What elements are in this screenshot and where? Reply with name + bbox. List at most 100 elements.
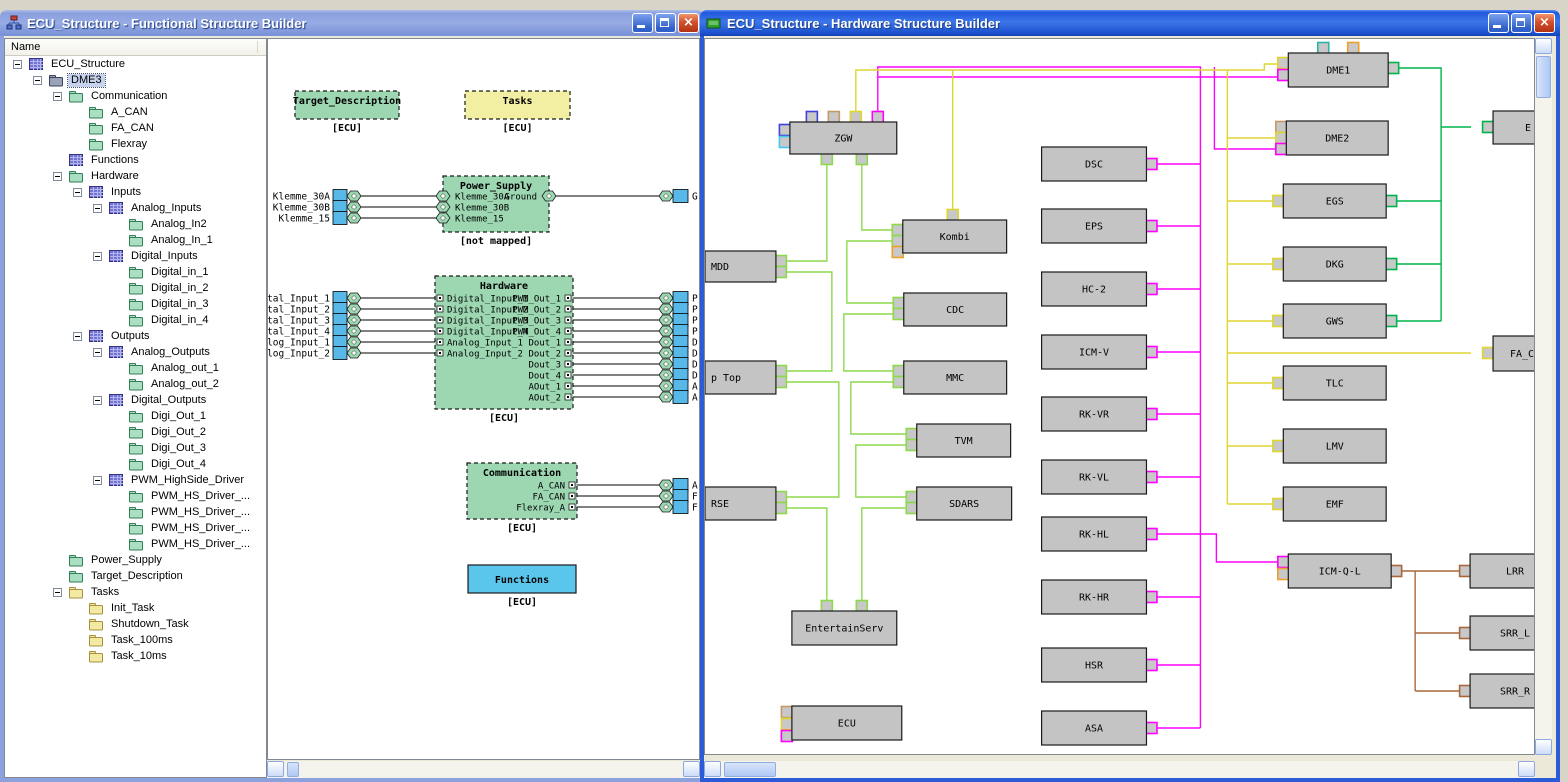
tree-expand-box[interactable]	[13, 60, 22, 69]
ecu-node-RK-VR[interactable]: RK-VR	[1042, 397, 1157, 431]
tree-item-Digital_Outputs[interactable]: Digital_Outputs	[5, 392, 266, 408]
scroll-thumb[interactable]	[724, 762, 776, 777]
communication-block[interactable]: Communication[ECU]A_CANFA_CANFlexray_A	[467, 463, 577, 534]
ecu-node-DME1[interactable]: DME1	[1278, 43, 1399, 88]
tree-expand-box[interactable]	[93, 476, 102, 485]
tree-expand-box[interactable]	[53, 588, 62, 597]
close-button[interactable]: ×	[1534, 13, 1555, 33]
ecu-node-FA_CAN[interactable]: FA_CAN	[1483, 336, 1534, 371]
scroll-right-button[interactable]	[1518, 761, 1535, 777]
tree-item-FA_CAN[interactable]: FA_CAN	[5, 120, 266, 136]
tree-item-Digi_Out_2[interactable]: Digi_Out_2	[5, 424, 266, 440]
tree-item-Analog_In2[interactable]: Analog_In2	[5, 216, 266, 232]
tree-item-Digital_in_4[interactable]: Digital_in_4	[5, 312, 266, 328]
ecu-node-SDARS[interactable]: SDARS	[906, 487, 1011, 520]
tree-item-Digi_Out_3[interactable]: Digi_Out_3	[5, 440, 266, 456]
maximize-button[interactable]	[655, 13, 676, 33]
ecu-node-LMV[interactable]: LMV	[1273, 429, 1386, 463]
ecu-node-ICM-Q-L[interactable]: ICM-Q-L	[1278, 554, 1402, 588]
tree-item-Digital_in_2[interactable]: Digital_in_2	[5, 280, 266, 296]
ecu-node-TVM[interactable]: TVM	[906, 424, 1010, 457]
ecu-node-RK-HR[interactable]: RK-HR	[1042, 580, 1157, 614]
tree-item-A_CAN[interactable]: A_CAN	[5, 104, 266, 120]
power-supply-block[interactable]: Power_Supply[not mapped]Klemme_30AKlemme…	[436, 176, 556, 247]
tree-item-Init_Task[interactable]: Init_Task	[5, 600, 266, 616]
target-description-block[interactable]: Target_Description[ECU]	[293, 91, 401, 134]
tree-item-Digital_in_3[interactable]: Digital_in_3	[5, 296, 266, 312]
tree-item-PWM_HS_Driver_...[interactable]: PWM_HS_Driver_...	[5, 520, 266, 536]
ecu-node-EMF[interactable]: EMF	[1273, 487, 1386, 521]
ecu-node-EGS[interactable]: EGS	[1273, 184, 1397, 218]
ecu-node-HSR[interactable]: HSR	[1042, 648, 1157, 682]
tree-column-header[interactable]: Name	[5, 39, 266, 56]
functions-block[interactable]: Functions[ECU]	[468, 565, 576, 608]
tree-expand-box[interactable]	[53, 92, 62, 101]
scroll-left-button[interactable]	[267, 761, 284, 777]
tree-expand-box[interactable]	[93, 252, 102, 261]
ecu-node-DSC[interactable]: DSC	[1042, 147, 1157, 181]
tree-expand-box[interactable]	[73, 188, 82, 197]
ecu-node-SRR_L[interactable]: SRR_L	[1460, 616, 1534, 650]
ecu-node-ECU[interactable]: ECU	[781, 706, 901, 742]
tree-item-PWM_HighSide_Driver[interactable]: PWM_HighSide_Driver	[5, 472, 266, 488]
ecu-node-CDC[interactable]: CDC	[893, 293, 1006, 326]
scroll-thumb[interactable]	[287, 762, 299, 777]
tree-item-Functions[interactable]: Functions	[5, 152, 266, 168]
scroll-thumb[interactable]	[1536, 56, 1551, 98]
tree-item-Analog_Inputs[interactable]: Analog_Inputs	[5, 200, 266, 216]
tree-item-Analog_In_1[interactable]: Analog_In_1	[5, 232, 266, 248]
tree-item-Analog_out_2[interactable]: Analog_out_2	[5, 376, 266, 392]
ecu-node-TLC[interactable]: TLC	[1273, 366, 1386, 400]
minimize-button[interactable]	[632, 13, 653, 33]
tree-item-Digi_Out_1[interactable]: Digi_Out_1	[5, 408, 266, 424]
ecu-node-MMC[interactable]: MMC	[893, 361, 1006, 394]
tasks-block[interactable]: Tasks[ECU]	[465, 91, 570, 134]
tree-item-Tasks[interactable]: Tasks	[5, 584, 266, 600]
functional-titlebar[interactable]: ECU_Structure - Functional Structure Bui…	[0, 10, 704, 36]
tree-item-Digital_Inputs[interactable]: Digital_Inputs	[5, 248, 266, 264]
tree-item-Hardware[interactable]: Hardware	[5, 168, 266, 184]
tree-item-Task_100ms[interactable]: Task_100ms	[5, 632, 266, 648]
tree-item-Communication[interactable]: Communication	[5, 88, 266, 104]
tree-item-PWM_HS_Driver_...[interactable]: PWM_HS_Driver_...	[5, 504, 266, 520]
tree-expand-box[interactable]	[33, 76, 42, 85]
tree-item-ECU_Structure[interactable]: ECU_Structure	[5, 56, 266, 72]
scroll-up-button[interactable]	[1535, 38, 1552, 54]
ecu-node-E[interactable]: E	[1483, 111, 1534, 144]
ecu-node-MDD[interactable]: MDD	[705, 251, 786, 282]
ecu-node-ASA[interactable]: ASA	[1042, 711, 1157, 745]
minimize-button[interactable]	[1488, 13, 1509, 33]
tree-item-DME3[interactable]: DME3	[5, 72, 266, 88]
ecu-node-RSE[interactable]: RSE	[705, 487, 786, 520]
tree-item-Target_Description[interactable]: Target_Description	[5, 568, 266, 584]
hardware-canvas[interactable]: ZGW Kombi MDD p Top RSE CDC MMC TVM SDARS Enterta…	[704, 38, 1535, 755]
tree-item-PWM_HS_Driver_...[interactable]: PWM_HS_Driver_...	[5, 536, 266, 552]
ecu-node-ICM-V[interactable]: ICM-V	[1042, 335, 1157, 369]
ecu-node-Kombi[interactable]: Kombi	[892, 210, 1006, 258]
ecu-node-RK-HL[interactable]: RK-HL	[1042, 517, 1157, 551]
tree-item-Flexray[interactable]: Flexray	[5, 136, 266, 152]
tree-item-Power_Supply[interactable]: Power_Supply	[5, 552, 266, 568]
scroll-left-button[interactable]	[704, 761, 721, 777]
tree-expand-box[interactable]	[93, 348, 102, 357]
tree-expand-box[interactable]	[73, 332, 82, 341]
tree-item-Outputs[interactable]: Outputs	[5, 328, 266, 344]
close-button[interactable]: ×	[678, 13, 699, 33]
ecu-node-EntertainServ[interactable]: EntertainServ	[792, 601, 897, 646]
tree-item-Shutdown_Task[interactable]: Shutdown_Task	[5, 616, 266, 632]
ecu-node-DME2[interactable]: DME2	[1276, 121, 1388, 155]
ecu-node-ZGW[interactable]: ZGW	[779, 112, 896, 165]
ecu-node-SRR_R[interactable]: SRR_R	[1460, 674, 1534, 708]
tree-expand-box[interactable]	[93, 396, 102, 405]
scroll-right-button[interactable]	[683, 761, 700, 777]
ecu-node-LRR[interactable]: LRR	[1460, 554, 1534, 588]
tree-expand-box[interactable]	[93, 204, 102, 213]
tree-item-Inputs[interactable]: Inputs	[5, 184, 266, 200]
hardware-titlebar[interactable]: ECU_Structure - Hardware Structure Build…	[700, 10, 1560, 36]
ecu-node-RK-VL[interactable]: RK-VL	[1042, 460, 1157, 494]
tree-item-Digital_in_1[interactable]: Digital_in_1	[5, 264, 266, 280]
ecu-node-AmpTop[interactable]: p Top	[705, 361, 786, 394]
maximize-button[interactable]	[1511, 13, 1532, 33]
tree-item-Digi_Out_4[interactable]: Digi_Out_4	[5, 456, 266, 472]
tree-item-Analog_out_1[interactable]: Analog_out_1	[5, 360, 266, 376]
